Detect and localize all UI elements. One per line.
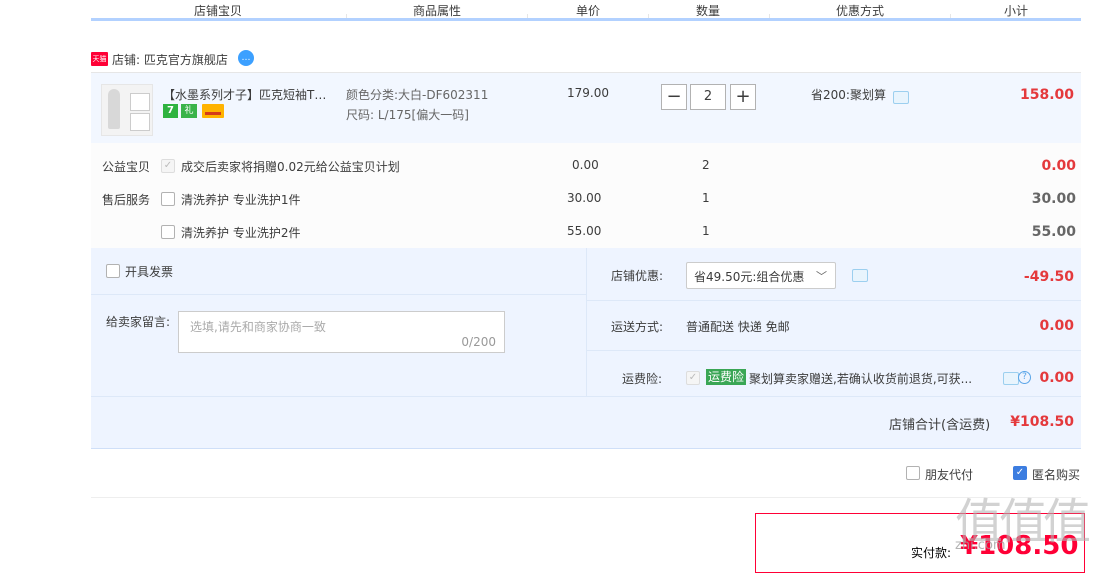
insurance-amount: 0.00 [1039, 370, 1074, 386]
charity-qty: 2 [702, 158, 710, 172]
shipping-method: 普通配送 快递 免邮 [686, 320, 790, 334]
chevron-down-icon: ﹀ [816, 270, 827, 283]
service-subtotal: 55.00 [1031, 224, 1076, 240]
chat-bubble-icon[interactable]: … [238, 50, 254, 66]
service-qty: 1 [702, 224, 710, 238]
insurance-text: 聚划算卖家赠送,若确认收货前退货,可获... [749, 372, 973, 386]
tmall-logo: 天猫 [91, 52, 108, 66]
shop-total-label: 店铺合计(含运费) [889, 418, 991, 433]
seller-message-input[interactable]: 选填,请先和商家协商一致 0/200 [178, 311, 505, 353]
item-subtotal: 158.00 [1019, 87, 1074, 103]
message-label: 给卖家留言: [106, 315, 171, 329]
col-header-price: 单价 [576, 4, 601, 18]
col-header-subtotal: 小计 [1004, 4, 1029, 18]
message-placeholder: 选填,请先和商家协商一致 [190, 320, 326, 334]
product-color: 颜色分类:大白-DF602311 [346, 88, 489, 102]
unit-price: 179.00 [567, 86, 609, 100]
divider [91, 294, 586, 295]
insurance-label: 运费险: [622, 372, 663, 386]
service-price: 55.00 [567, 224, 602, 238]
divider [587, 300, 1081, 301]
service-checkbox[interactable] [161, 192, 175, 206]
after-sales-label: 售后服务 [102, 193, 151, 207]
col-header-attr: 商品属性 [413, 4, 462, 18]
seven-day-return-icon: 7 [163, 104, 178, 118]
comment-icon[interactable] [852, 269, 868, 282]
item-row-highlight [91, 73, 1081, 143]
service-price: 30.00 [567, 191, 602, 205]
service-checkbox[interactable] [161, 225, 175, 239]
charity-label: 公益宝贝 [102, 160, 151, 174]
shop-total-amount: ¥108.50 [1010, 414, 1074, 430]
anonymous-label: 匿名购买 [1032, 468, 1081, 482]
shop-discount-label: 店铺优惠: [611, 269, 664, 283]
qty-increase-button[interactable]: + [730, 84, 756, 110]
anonymous-checkbox[interactable]: ✓ [1013, 466, 1027, 480]
charity-price: 0.00 [572, 158, 599, 172]
promo-method: 省200:聚划算 [811, 88, 886, 102]
shop-discount-select[interactable]: 省49.50元:组合优惠 ﹀ [686, 262, 836, 289]
charity-text: 成交后卖家将捐赠0.02元给公益宝贝计划 [181, 160, 400, 174]
shipping-label: 运送方式: [611, 320, 664, 334]
service-qty: 1 [702, 191, 710, 205]
product-thumbnail[interactable] [101, 84, 153, 136]
col-header-promo: 优惠方式 [836, 4, 885, 18]
insurance-checkbox: ✓ [686, 371, 700, 385]
quantity-input[interactable]: 2 [690, 84, 726, 110]
qty-decrease-button[interactable]: − [661, 84, 687, 110]
service-subtotal: 30.00 [1031, 191, 1076, 207]
product-title[interactable]: 【水墨系列才子】匹克短袖T恤男 [163, 86, 338, 103]
divider [587, 350, 1081, 351]
credit-card-icon [202, 104, 224, 118]
help-icon[interactable]: ? [1018, 371, 1031, 384]
col-header-qty: 数量 [696, 4, 721, 18]
product-size: 尺码: L/175[偏大一码] [346, 108, 469, 122]
charity-subtotal: 0.00 [1041, 158, 1076, 174]
friend-pay-checkbox[interactable] [906, 466, 920, 480]
divider [91, 497, 1081, 498]
pay-label: 实付款: [911, 546, 952, 560]
service-option-text: 清洗养护 专业洗护1件 [181, 193, 301, 207]
header-underline [91, 18, 1081, 21]
divider [91, 396, 1081, 397]
shop-discount-amount: -49.50 [1023, 269, 1074, 285]
charity-checkbox: ✓ [161, 159, 175, 173]
invoice-checkbox[interactable] [106, 264, 120, 278]
comment-icon[interactable] [893, 91, 909, 104]
shipping-amount: 0.00 [1039, 318, 1074, 334]
comment-icon[interactable] [1003, 372, 1019, 385]
gift-icon: 礼 [181, 104, 197, 118]
watermark-url: zhi.com [955, 538, 1006, 553]
char-count: 0/200 [461, 335, 496, 349]
col-header-item: 店铺宝贝 [194, 4, 243, 18]
divider [586, 248, 587, 396]
shop-discount-value: 省49.50元:组合优惠 [694, 270, 805, 284]
shop-name[interactable]: 店铺: 匹克官方旗舰店 [112, 51, 228, 68]
service-option-text: 清洗养护 专业洗护2件 [181, 226, 301, 240]
invoice-label: 开具发票 [125, 265, 174, 279]
friend-pay-label: 朋友代付 [925, 468, 974, 482]
insurance-tag: 运费险 [706, 369, 747, 385]
